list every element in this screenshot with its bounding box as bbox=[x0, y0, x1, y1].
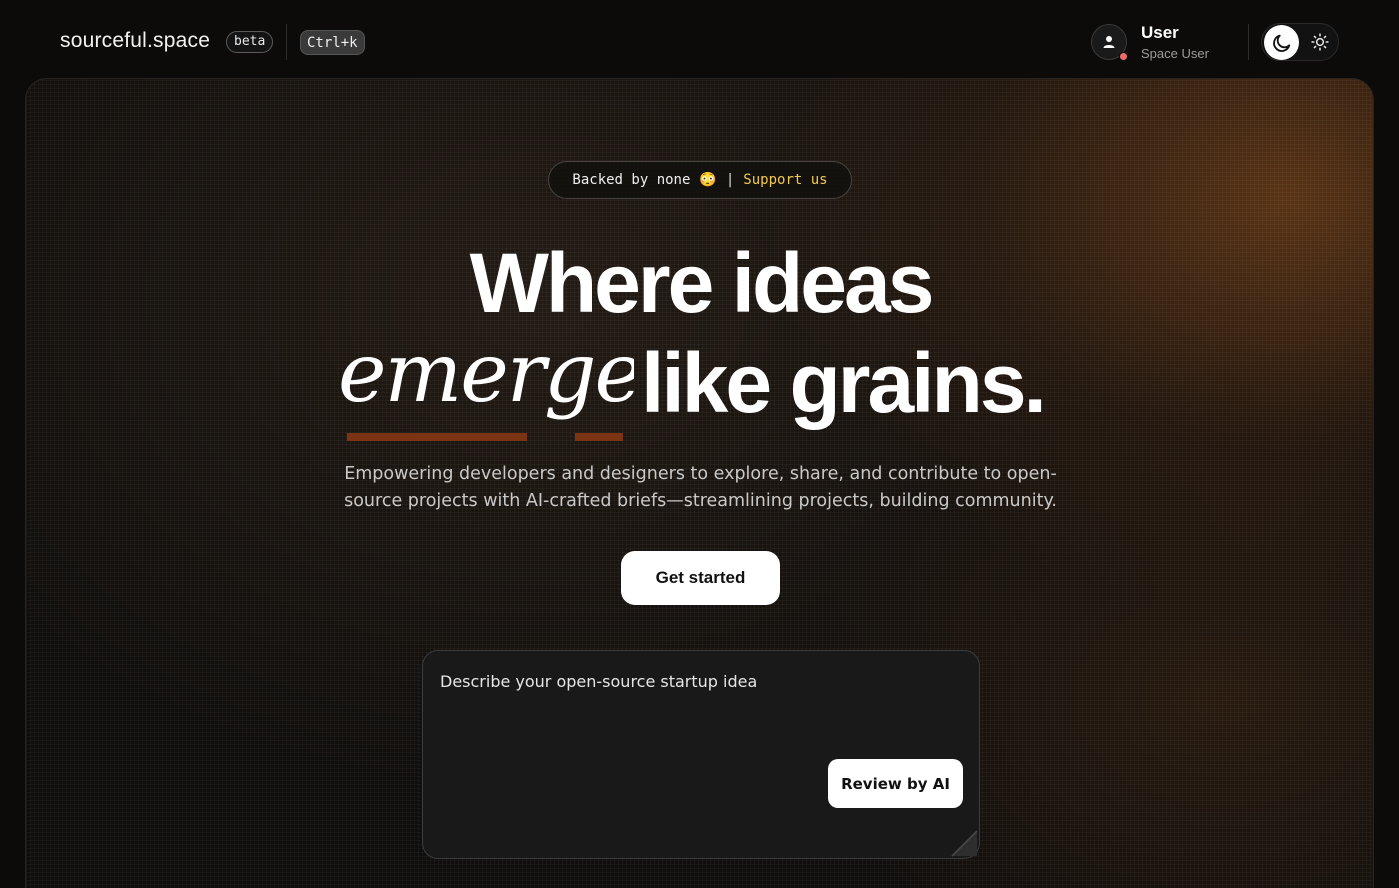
headline-script-word: emerge bbox=[338, 329, 634, 441]
sun-icon bbox=[1311, 33, 1329, 51]
user-role: Space User bbox=[1141, 46, 1209, 61]
review-by-ai-button[interactable]: Review by AI bbox=[828, 759, 963, 808]
flushed-face-icon: 😳 bbox=[699, 172, 717, 188]
header-divider-right bbox=[1248, 24, 1249, 60]
top-header: sourceful.space beta Ctrl+k User Space U… bbox=[0, 0, 1399, 80]
pill-separator: | bbox=[725, 172, 735, 188]
hero-section: Backed by none 😳 | Support us Where idea… bbox=[25, 78, 1374, 888]
idea-input[interactable] bbox=[440, 669, 960, 693]
pill-text: Backed by none bbox=[572, 172, 691, 188]
user-name: User bbox=[1141, 23, 1179, 42]
command-shortcut[interactable]: Ctrl+k bbox=[300, 30, 365, 55]
support-us-link[interactable]: Support us bbox=[743, 172, 827, 188]
user-status-dot bbox=[1119, 52, 1128, 61]
script-word-text: emerge bbox=[338, 329, 634, 421]
moon-icon bbox=[1272, 34, 1290, 52]
resize-handle-icon[interactable] bbox=[950, 829, 978, 857]
dark-mode-button[interactable] bbox=[1264, 25, 1299, 60]
theme-toggle[interactable] bbox=[1261, 23, 1339, 61]
script-underline-left bbox=[347, 433, 527, 441]
headline-line-2: like grains. bbox=[641, 336, 1047, 430]
hero-subtitle: Empowering developers and designers to e… bbox=[344, 464, 1057, 511]
get-started-button[interactable]: Get started bbox=[621, 551, 780, 605]
site-logo[interactable]: sourceful.space bbox=[60, 29, 210, 53]
light-mode-button[interactable] bbox=[1306, 28, 1334, 56]
headline-line-1: Where ideas bbox=[469, 236, 935, 330]
script-underline-right bbox=[575, 433, 623, 441]
user-icon bbox=[1103, 36, 1115, 48]
header-divider bbox=[286, 24, 287, 60]
beta-badge: beta bbox=[226, 31, 274, 53]
idea-composer: Review by AI bbox=[422, 650, 980, 859]
backing-pill: Backed by none 😳 | Support us bbox=[548, 161, 852, 199]
